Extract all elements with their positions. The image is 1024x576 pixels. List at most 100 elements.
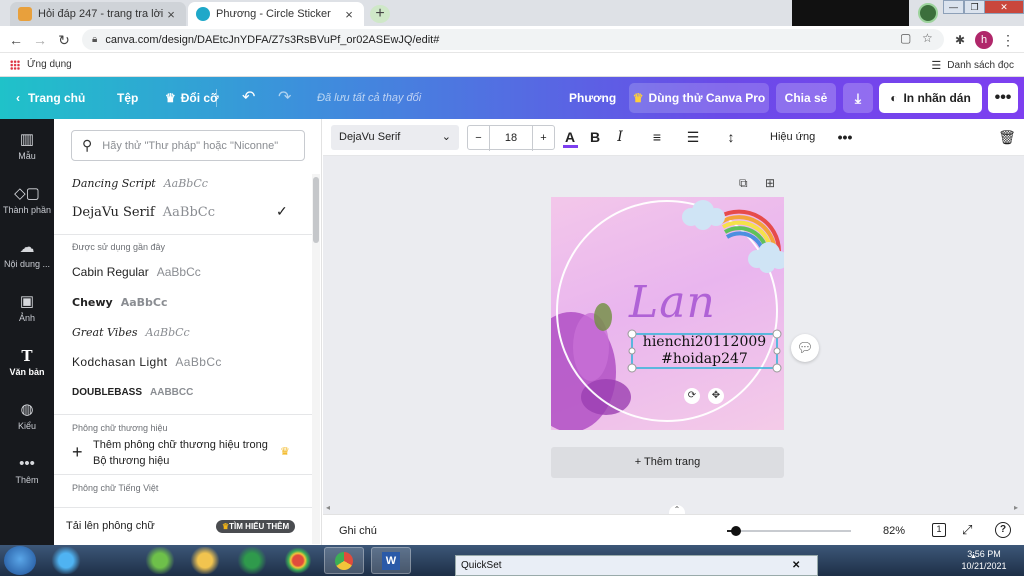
chrome-icon[interactable] <box>278 547 318 574</box>
font-option[interactable]: Cabin Regular AaBbCc <box>72 261 302 283</box>
profile-icon[interactable] <box>918 3 938 23</box>
spacing-icon[interactable]: ↕ <box>720 125 742 150</box>
home-link[interactable]: ‹ Trang chủ <box>16 77 85 119</box>
move-icon[interactable]: ✥ <box>708 388 724 404</box>
file-menu[interactable]: Tệp <box>117 77 138 119</box>
bookmark-star-icon[interactable]: ☆ <box>922 31 933 45</box>
tab-canva[interactable]: Phương - Circle Sticker × <box>188 2 364 26</box>
minimize-button[interactable]: — <box>943 0 964 14</box>
font-search-input[interactable]: ⚲ Hãy thử "Thư pháp" hoặc "Niconne" <box>71 130 305 161</box>
scroll-right-icon[interactable]: ▸ <box>1014 503 1018 512</box>
add-comment-icon[interactable]: 💬︎ <box>791 334 819 362</box>
upload-font-link[interactable]: Tải lên phông chữ <box>66 520 155 532</box>
redo-icon[interactable]: ↷ <box>278 77 291 119</box>
font-size-value[interactable]: 18 <box>490 126 532 151</box>
italic-icon[interactable]: I <box>609 125 631 150</box>
rail-item-elements[interactable]: ◇▢ Thành phần <box>0 185 54 215</box>
chrome-active-icon[interactable] <box>324 547 364 574</box>
word-icon[interactable]: W <box>371 547 411 574</box>
align-center-icon[interactable]: ≡ <box>646 125 668 150</box>
more-options-button[interactable]: ••• <box>988 83 1018 113</box>
help-icon[interactable]: ? <box>995 522 1011 538</box>
excel-icon[interactable] <box>232 547 272 574</box>
reload-icon[interactable]: ↻ <box>54 30 74 50</box>
learn-more-badge[interactable]: ♛TÌM HIỂU THÊM <box>216 520 296 533</box>
undo-icon[interactable]: ↶ <box>242 77 255 119</box>
increase-size-icon[interactable]: + <box>532 126 554 151</box>
text-color-icon[interactable]: A <box>559 125 581 150</box>
tab-search-icon[interactable]: ▢ <box>900 31 911 45</box>
add-page-button[interactable]: + Thêm trang <box>551 447 784 478</box>
bold-icon[interactable]: B <box>584 125 606 150</box>
font-option[interactable]: Chewy AaBbCc <box>72 291 302 313</box>
font-panel: ⚲ Hãy thử "Thư pháp" hoặc "Niconne" Danc… <box>54 119 322 545</box>
zoom-slider[interactable] <box>727 526 851 536</box>
font-option[interactable]: Kodchasan Light AaBbCc <box>72 351 302 373</box>
profile-avatar[interactable]: h <box>975 31 993 49</box>
rail-item-photos[interactable]: ▣ Ảnh <box>0 293 54 323</box>
rail-item-templates[interactable]: ▥ Mẫu <box>0 131 54 161</box>
design-page[interactable]: Lan hienchi20112009 #hoidap247 ⟳ ✥ <box>551 197 784 430</box>
delete-icon[interactable]: 🗑︎ <box>996 125 1018 150</box>
rail-item-text[interactable]: T Văn bản <box>0 347 54 377</box>
search-icon: ⚲ <box>82 137 93 153</box>
browser-menu-icon[interactable]: ⋮ <box>998 30 1018 50</box>
rail-item-uploads[interactable]: ☁ Nội dung ... <box>0 239 54 269</box>
tab-hoidap[interactable]: Hỏi đáp 247 - trang tra lời × <box>10 2 186 26</box>
font-size-stepper[interactable]: − 18 + <box>467 125 555 151</box>
rail-item-more[interactable]: ••• Thêm <box>0 455 54 485</box>
duplicate-page-icon[interactable]: ⧉ <box>739 176 748 191</box>
zoom-slider-knob[interactable] <box>730 526 741 536</box>
list-icon[interactable]: ☰ <box>682 125 704 150</box>
file-explorer-icon[interactable] <box>185 547 225 574</box>
resize-button[interactable]: ♛ Đổi cỡ <box>165 77 219 119</box>
rail-item-styles[interactable]: ◍ Kiểu <box>0 401 54 431</box>
panel-scrollbar-thumb[interactable] <box>313 177 319 243</box>
download-icon[interactable]: ⤓ <box>843 83 873 113</box>
zoom-level[interactable]: 82% <box>883 525 905 537</box>
restore-button[interactable]: ❐ <box>964 0 985 14</box>
font-option[interactable]: Dancing Script AaBbCc <box>72 172 302 194</box>
add-page-icon[interactable]: ⊞ <box>765 176 775 190</box>
font-option-selected[interactable]: DejaVu Serif AaBbCc ✓ <box>72 201 302 223</box>
omnibox[interactable]: 🔒︎ canva.com/design/DAEtcJnYDFA/Z7s3RsBV… <box>82 29 944 50</box>
back-icon[interactable]: ← <box>6 30 26 50</box>
notes-button[interactable]: Ghi chú <box>339 525 377 537</box>
forward-icon[interactable]: → <box>30 30 50 50</box>
extensions-icon[interactable]: ✱ <box>950 30 970 50</box>
close-window-button[interactable]: ✕ <box>984 0 1024 14</box>
leaf <box>594 303 612 331</box>
chevron-up-icon[interactable]: ⌃ <box>669 505 685 514</box>
font-option[interactable]: DOUBLEBASS AABBCC <box>72 381 302 403</box>
page-count-button[interactable]: 1 <box>932 523 946 537</box>
add-brand-font-row[interactable]: + Thêm phông chữ thương hiệu trong Bộ th… <box>72 435 302 471</box>
checkmark-icon: ✓ <box>276 204 288 220</box>
apps-shortcut[interactable]: Ứng dụng <box>10 59 72 70</box>
rotate-icon[interactable]: ⟳ <box>684 388 700 404</box>
start-button[interactable] <box>4 546 36 575</box>
font-option[interactable]: Great Vibes AaBbCc <box>72 321 302 343</box>
decrease-size-icon[interactable]: − <box>468 126 490 151</box>
quickset-window[interactable]: QuickSet ✕ <box>455 555 818 576</box>
font-name: Cabin Regular <box>72 265 149 279</box>
system-clock[interactable]: 3:56 PM 10/21/2021 <box>960 548 1008 572</box>
share-button[interactable]: Chia sẻ <box>776 83 836 113</box>
selected-text-block[interactable]: hienchi20112009 #hoidap247 <box>632 334 777 368</box>
effects-button[interactable]: Hiệu ứng <box>764 125 821 150</box>
font-family-select[interactable]: DejaVu Serif ⌄ <box>331 125 459 150</box>
close-icon[interactable]: ✕ <box>792 556 800 575</box>
try-pro-button[interactable]: ♛ Dùng thử Canva Pro <box>629 83 769 113</box>
scroll-left-icon[interactable]: ◂ <box>326 503 330 512</box>
new-tab-button[interactable]: + <box>370 5 390 23</box>
app-icon[interactable] <box>140 547 180 574</box>
elements-icon: ◇▢ <box>14 185 40 202</box>
design-owner-name[interactable]: Phương <box>569 77 616 119</box>
close-tab-icon[interactable]: × <box>164 7 178 22</box>
design-title-text[interactable]: Lan <box>629 277 716 328</box>
internet-explorer-icon[interactable] <box>46 547 86 574</box>
fullscreen-icon[interactable]: ⤢ <box>962 522 972 538</box>
more-toolbar-icon[interactable]: ••• <box>834 125 856 150</box>
print-stickers-button[interactable]: ◐ In nhãn dán <box>879 83 982 113</box>
reading-list[interactable]: ☰ Danh sách đọc <box>931 59 1014 72</box>
close-tab-icon[interactable]: × <box>342 7 356 22</box>
